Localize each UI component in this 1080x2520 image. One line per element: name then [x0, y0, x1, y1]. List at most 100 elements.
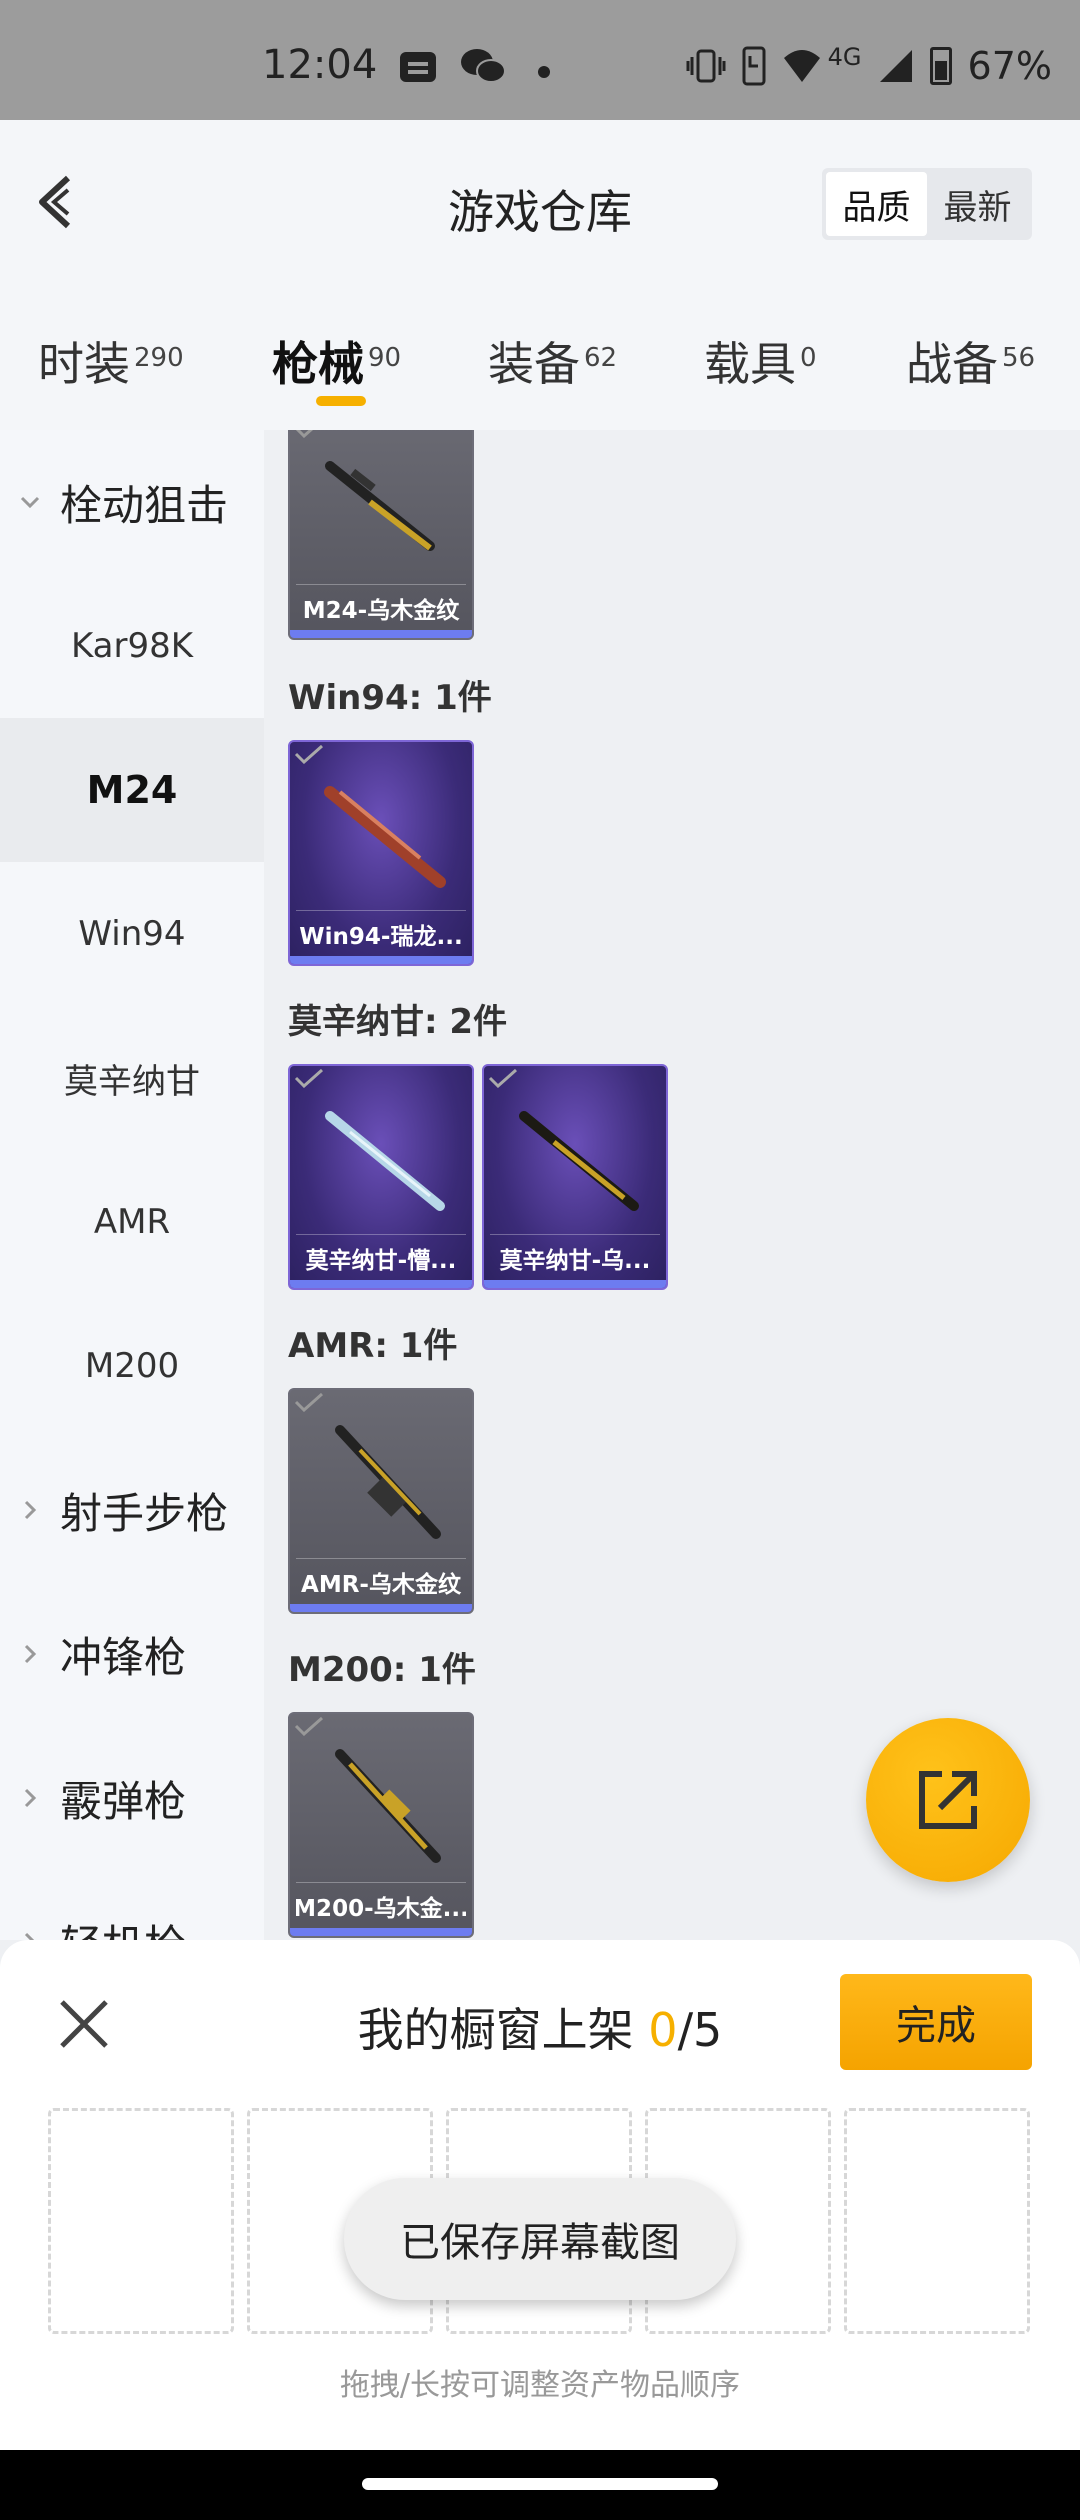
- sidebar: 栓动狙击 Kar98K M24 Win94 莫辛纳甘 AMR M200 射手步枪…: [0, 430, 264, 1940]
- tab-count: 290: [134, 343, 184, 373]
- sidebar-item-m200[interactable]: M200: [0, 1294, 264, 1438]
- check-icon: [294, 744, 323, 764]
- tab-label: 装备: [488, 337, 580, 391]
- item-card-amr[interactable]: AMR-乌木金纹: [288, 1388, 474, 1614]
- system-nav-bar: [0, 2450, 1080, 2520]
- chevron-down-icon: [20, 496, 40, 509]
- home-handle[interactable]: [362, 2478, 718, 2490]
- tab-label: 枪械: [272, 337, 364, 391]
- sort-toggle: 品质 最新: [822, 168, 1032, 240]
- item-card-mosin-1[interactable]: 莫辛纳甘-懵...: [288, 1064, 474, 1290]
- tab-count: 56: [1002, 343, 1036, 373]
- done-button[interactable]: 完成: [840, 1974, 1032, 2070]
- sidebar-group-label: 冲锋枪: [60, 1632, 187, 1682]
- nfc-icon: [742, 46, 766, 86]
- vibrate-icon: [686, 49, 726, 83]
- reorder-hint: 拖拽/长按可调整资产物品顺序: [339, 2368, 741, 2403]
- check-icon: [294, 1068, 323, 1088]
- check-icon: [294, 1716, 323, 1736]
- tab-count: 62: [584, 343, 618, 373]
- item-card-m200[interactable]: M200-乌木金...: [288, 1712, 474, 1938]
- battery-icon: [929, 47, 952, 85]
- tab-supplies[interactable]: 战备 56: [906, 328, 1035, 394]
- tab-label: 时装: [38, 337, 130, 391]
- item-caption: 莫辛纳甘-懵...: [296, 1234, 466, 1280]
- tab-equipment[interactable]: 装备 62: [488, 328, 617, 394]
- network-label: 4G: [827, 43, 862, 71]
- quality-bar: [290, 630, 472, 638]
- message-icon: [400, 52, 436, 82]
- tab-vehicles[interactable]: 载具 0: [704, 328, 817, 394]
- sidebar-group-dmr[interactable]: 射手步枪: [0, 1438, 264, 1582]
- tab-active-indicator: [316, 396, 366, 406]
- tab-count: 90: [368, 343, 402, 373]
- item-card-win94[interactable]: Win94-瑞龙...: [288, 740, 474, 966]
- showcase-count: 0: [648, 2003, 678, 2057]
- tab-label: 载具: [704, 337, 796, 391]
- quality-bar: [290, 1928, 472, 1936]
- sidebar-item-win94[interactable]: Win94: [0, 862, 264, 1006]
- rifle-icon: [519, 1111, 639, 1211]
- sidebar-group-bolt-action[interactable]: 栓动狙击: [0, 430, 264, 574]
- item-caption: M24-乌木金纹: [296, 584, 466, 630]
- section-title-m200: M200: 1件: [288, 1650, 476, 1690]
- section-title-win94: Win94: 1件: [288, 678, 492, 718]
- chevron-right-icon: [24, 1644, 37, 1664]
- section-title-mosin: 莫辛纳甘: 2件: [288, 1002, 508, 1042]
- check-icon: [294, 1392, 323, 1412]
- sidebar-item-amr[interactable]: AMR: [0, 1150, 264, 1294]
- battery-level: 67%: [967, 44, 1052, 88]
- status-time: 12:04: [262, 42, 378, 88]
- tab-guns[interactable]: 枪械 90: [272, 328, 401, 394]
- sort-newest-button[interactable]: 最新: [927, 172, 1028, 236]
- item-caption: 莫辛纳甘-乌...: [490, 1234, 660, 1280]
- check-icon: [488, 1068, 517, 1088]
- chevron-right-icon: [24, 1788, 37, 1808]
- rifle-icon: [324, 786, 446, 888]
- sidebar-group-shotgun[interactable]: 霰弹枪: [0, 1726, 264, 1870]
- status-bar: 12:04 4G 67%: [0, 0, 1080, 120]
- item-caption: M200-乌木金...: [296, 1882, 466, 1928]
- sidebar-group-label: 栓动狙击: [60, 480, 229, 530]
- share-icon: [919, 1771, 977, 1829]
- sidebar-item-mosin[interactable]: 莫辛纳甘: [0, 1006, 264, 1150]
- wechat-icon: [461, 49, 506, 83]
- status-right: 4G 67%: [686, 43, 1052, 88]
- screenshot-toast: 已保存屏幕截图: [344, 2178, 736, 2300]
- sidebar-group-label: 射手步枪: [60, 1488, 229, 1538]
- sidebar-group-label: 霰弹枪: [60, 1776, 187, 1826]
- quality-bar: [290, 1604, 472, 1612]
- chevron-right-icon: [24, 1932, 35, 1940]
- item-grid: M24-乌木金纹 Win94: 1件 Win94-瑞龙... 莫辛纳甘: 2件 …: [264, 430, 1080, 1940]
- rifle-icon: [325, 1111, 445, 1211]
- sidebar-group-label: 轻机枪: [60, 1912, 186, 1941]
- section-title-amr: AMR: 1件: [288, 1326, 458, 1366]
- sidebar-group-smg[interactable]: 冲锋枪: [0, 1582, 264, 1726]
- tab-fashion[interactable]: 时装 290: [38, 328, 184, 394]
- header: 游戏仓库 品质 最新: [0, 120, 1080, 270]
- item-card-m24[interactable]: M24-乌木金纹: [288, 430, 474, 640]
- sidebar-item-kar98k[interactable]: Kar98K: [0, 574, 264, 718]
- showcase-slot[interactable]: [844, 2108, 1030, 2334]
- share-fab-button[interactable]: [866, 1718, 1030, 1882]
- sort-quality-button[interactable]: 品质: [826, 172, 927, 236]
- quality-bar: [290, 1280, 472, 1288]
- rifle-icon: [335, 1749, 441, 1863]
- quality-bar: [484, 1280, 666, 1288]
- item-caption: AMR-乌木金纹: [296, 1558, 466, 1604]
- item-caption: Win94-瑞龙...: [296, 910, 466, 956]
- sidebar-group-lmg[interactable]: 轻机枪: [0, 1870, 264, 1940]
- item-card-mosin-2[interactable]: 莫辛纳甘-乌...: [482, 1064, 668, 1290]
- showcase-slot[interactable]: [48, 2108, 234, 2334]
- quality-bar: [290, 956, 472, 964]
- dot-icon: [538, 66, 550, 78]
- sheet-title-text: 我的橱窗上架: [357, 2003, 649, 2057]
- category-tabs: 时装 290 枪械 90 装备 62 载具 0 战备 56: [0, 270, 1080, 430]
- signal-icon: [879, 50, 912, 82]
- rifle-icon: [325, 461, 435, 551]
- sidebar-item-m24[interactable]: M24: [0, 718, 264, 862]
- showcase-total: /5: [677, 2003, 723, 2057]
- tab-label: 战备: [906, 337, 998, 391]
- wifi-icon: [783, 50, 820, 82]
- rifle-icon: [335, 1425, 441, 1539]
